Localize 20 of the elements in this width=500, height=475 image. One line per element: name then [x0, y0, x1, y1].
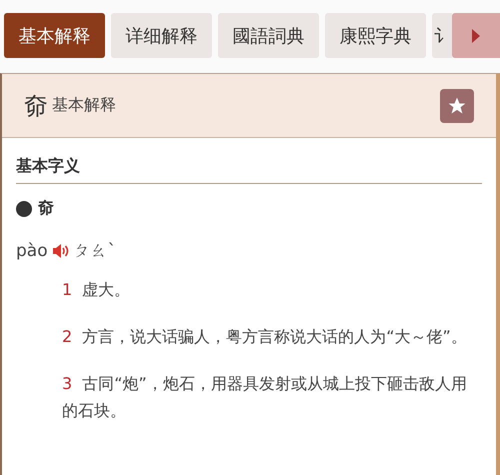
tab[interactable]: 讠: [432, 13, 452, 58]
bullet-icon: [16, 200, 32, 216]
next-tab-button[interactable]: [452, 13, 500, 58]
tab[interactable]: 國語詞典: [218, 13, 319, 58]
definition: 3 古同“炮”，炮石，用器具发射或从城上投下砸击敌人用的石块。: [62, 373, 468, 422]
section-heading: 基本字义: [16, 156, 482, 184]
header-character: 奅: [24, 90, 48, 122]
zhuyin: ㄆㄠˋ: [74, 240, 116, 262]
speaker-icon[interactable]: [52, 242, 70, 258]
definition: 1 虚大。: [62, 279, 132, 301]
tab[interactable]: 基本解释: [4, 13, 105, 58]
tab[interactable]: 详细解释: [111, 13, 212, 58]
favorite-button[interactable]: [440, 88, 474, 122]
header-title: 基本解释: [52, 95, 116, 116]
triangle-icon: [471, 28, 481, 42]
pinyin: pào: [16, 240, 48, 260]
star-icon: [447, 96, 467, 116]
tab[interactable]: 康熙字典: [325, 13, 426, 58]
definition: 2 方言，说大话骗人，粤方言称说大话的人为“大～佬”。: [62, 326, 468, 348]
entry-character: 奅: [38, 198, 54, 219]
